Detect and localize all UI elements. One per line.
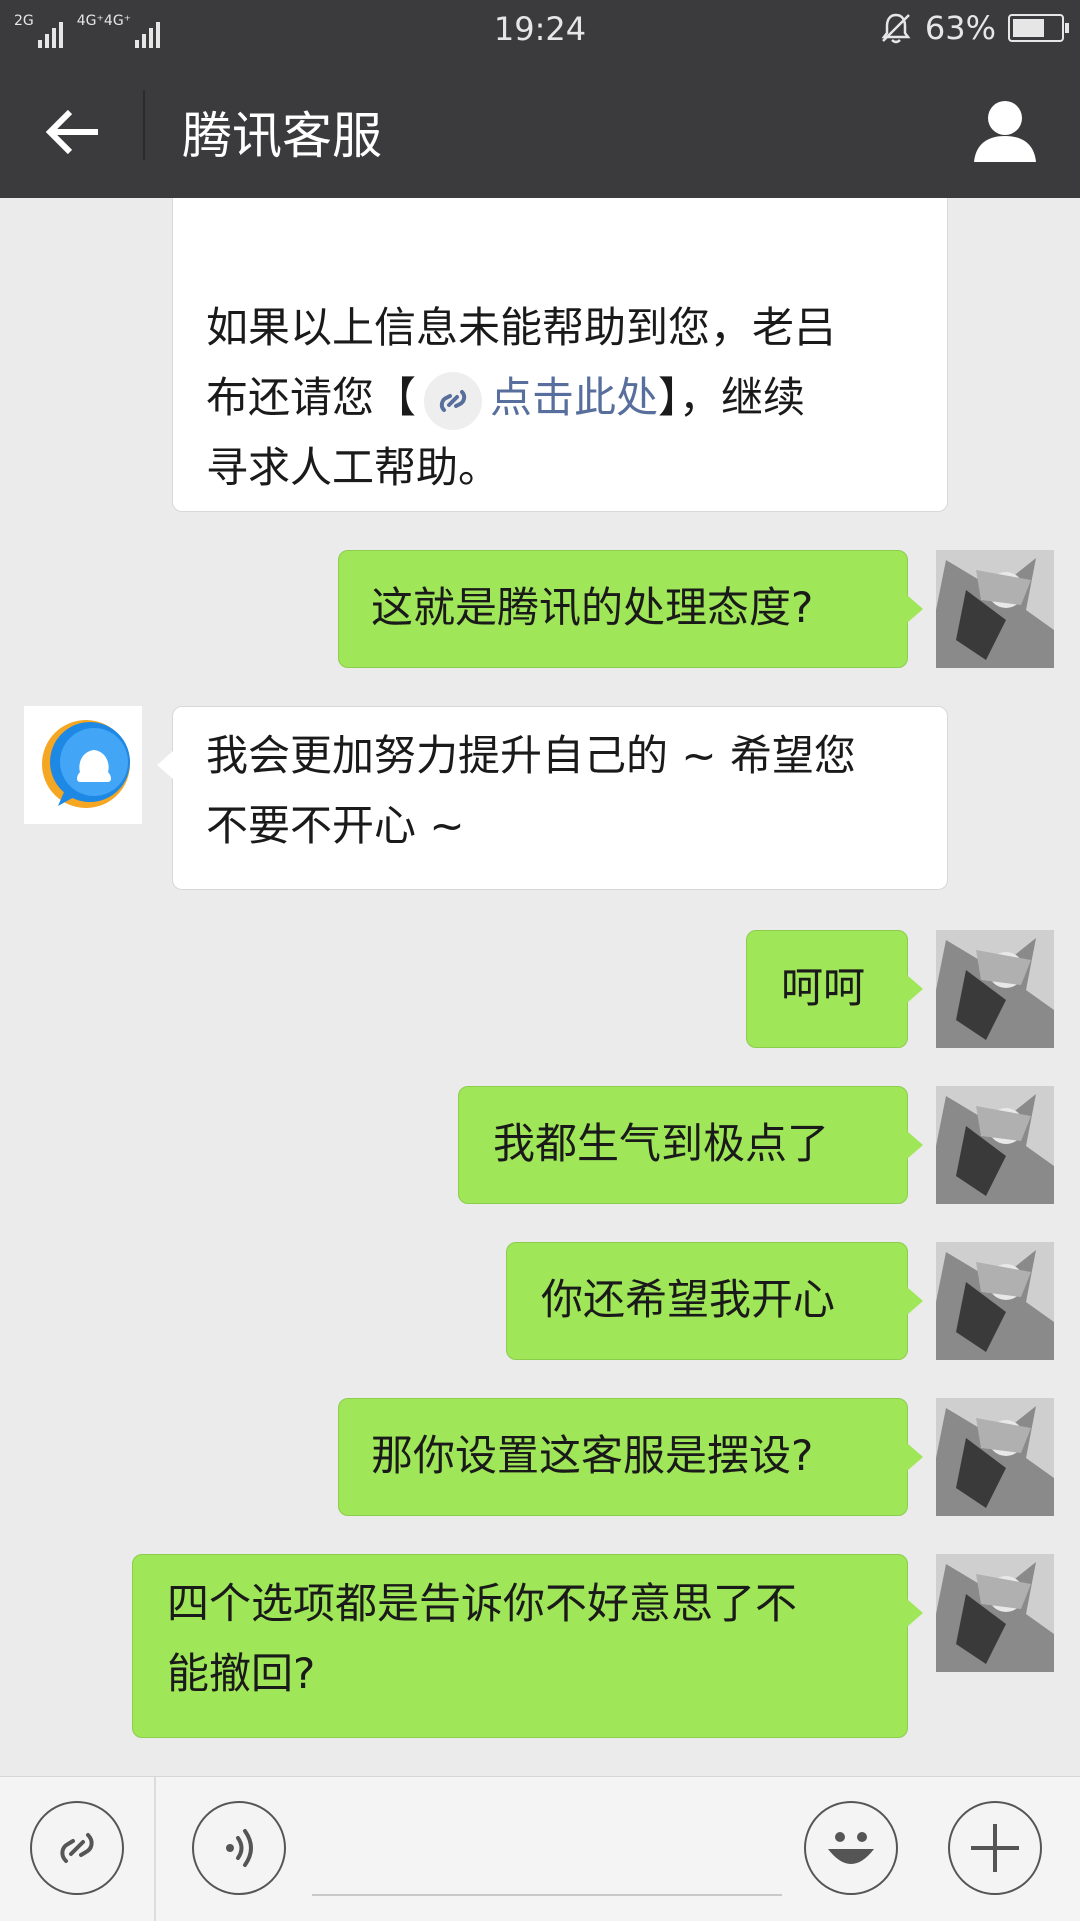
user-avatar[interactable] bbox=[936, 550, 1054, 668]
alarm-muted-icon bbox=[881, 13, 911, 44]
message-line: 寻求人工帮助。 bbox=[206, 443, 501, 492]
title-bar: 腾讯客服 bbox=[0, 56, 1080, 198]
qq-logo-icon bbox=[42, 720, 130, 808]
plus-icon bbox=[971, 1824, 1019, 1872]
user-avatar[interactable] bbox=[936, 1086, 1054, 1204]
chat-list[interactable]: 如果以上信息未能帮助到您，老吕 布还请您【 点击此处】，继续 寻求人工帮助。 这就… bbox=[0, 198, 1080, 1776]
message-input[interactable] bbox=[312, 1894, 782, 1896]
agent-message-bubble[interactable]: 如果以上信息未能帮助到您，老吕 布还请您【 点击此处】，继续 寻求人工帮助。 bbox=[172, 198, 948, 512]
page-title: 腾讯客服 bbox=[182, 107, 382, 165]
message-text: 你还希望我开心 bbox=[541, 1275, 836, 1324]
user-message-bubble[interactable]: 那你设置这客服是摆设? bbox=[338, 1398, 923, 1516]
user-message-bubble[interactable]: 呵呵 bbox=[746, 930, 923, 1048]
message-text: 】，继续 bbox=[658, 373, 806, 422]
voice-button[interactable] bbox=[192, 1801, 286, 1895]
emoji-icon bbox=[828, 1832, 874, 1864]
user-avatar[interactable] bbox=[936, 1398, 1054, 1516]
scrolled-text bbox=[206, 198, 917, 233]
link-menu-button[interactable] bbox=[30, 1801, 124, 1895]
message-line: 布还请您【 点击此处】，继续 bbox=[206, 363, 917, 433]
status-right: 63% bbox=[879, 8, 1069, 48]
agent-avatar[interactable] bbox=[24, 706, 142, 824]
status-bar: 2G 4G⁺4G⁺ 19:24 63% bbox=[0, 0, 1080, 56]
voice-icon bbox=[226, 1829, 253, 1867]
link-icon[interactable] bbox=[424, 371, 483, 430]
back-button[interactable] bbox=[36, 96, 108, 168]
message-line: 四个选项都是告诉你不好意思了不 bbox=[167, 1579, 798, 1628]
agent-message-bubble[interactable]: 我会更加努力提升自己的 ~ 希望您 不要不开心 ~ bbox=[157, 706, 948, 890]
battery-icon bbox=[1008, 14, 1069, 42]
battery-percent: 63% bbox=[924, 9, 996, 47]
message-text: 布还请您【 bbox=[206, 373, 417, 422]
input-divider bbox=[154, 1777, 156, 1921]
profile-icon bbox=[974, 101, 1036, 162]
message-line: 如果以上信息未能帮助到您，老吕 bbox=[206, 303, 837, 352]
message-text: 呵呵 bbox=[781, 963, 866, 1012]
user-message-bubble[interactable]: 你还希望我开心 bbox=[506, 1242, 923, 1360]
input-bar bbox=[0, 1776, 1080, 1921]
message-text: 那你设置这客服是摆设? bbox=[371, 1431, 814, 1480]
message-line: 不要不开心 ~ bbox=[206, 801, 465, 850]
profile-button[interactable] bbox=[970, 96, 1040, 166]
message-text: 我都生气到极点了 bbox=[493, 1119, 830, 1168]
message-line: 我会更加努力提升自己的 ~ 希望您 bbox=[206, 731, 856, 780]
link-icon bbox=[60, 1833, 94, 1863]
back-arrow-icon bbox=[45, 109, 98, 155]
user-avatar[interactable] bbox=[936, 930, 1054, 1048]
user-message-bubble[interactable]: 我都生气到极点了 bbox=[458, 1086, 923, 1204]
more-button[interactable] bbox=[948, 1801, 1042, 1895]
message-line: 能撤回? bbox=[167, 1649, 316, 1698]
user-avatar[interactable] bbox=[936, 1554, 1054, 1672]
emoji-button[interactable] bbox=[804, 1801, 898, 1895]
user-avatar[interactable] bbox=[936, 1242, 1054, 1360]
user-message-bubble[interactable]: 这就是腾讯的处理态度? bbox=[338, 550, 923, 668]
user-message-bubble[interactable]: 四个选项都是告诉你不好意思了不 能撤回? bbox=[132, 1554, 923, 1738]
title-divider bbox=[143, 90, 145, 160]
help-link[interactable]: 点击此处 bbox=[490, 373, 658, 422]
message-text: 这就是腾讯的处理态度? bbox=[371, 583, 814, 632]
